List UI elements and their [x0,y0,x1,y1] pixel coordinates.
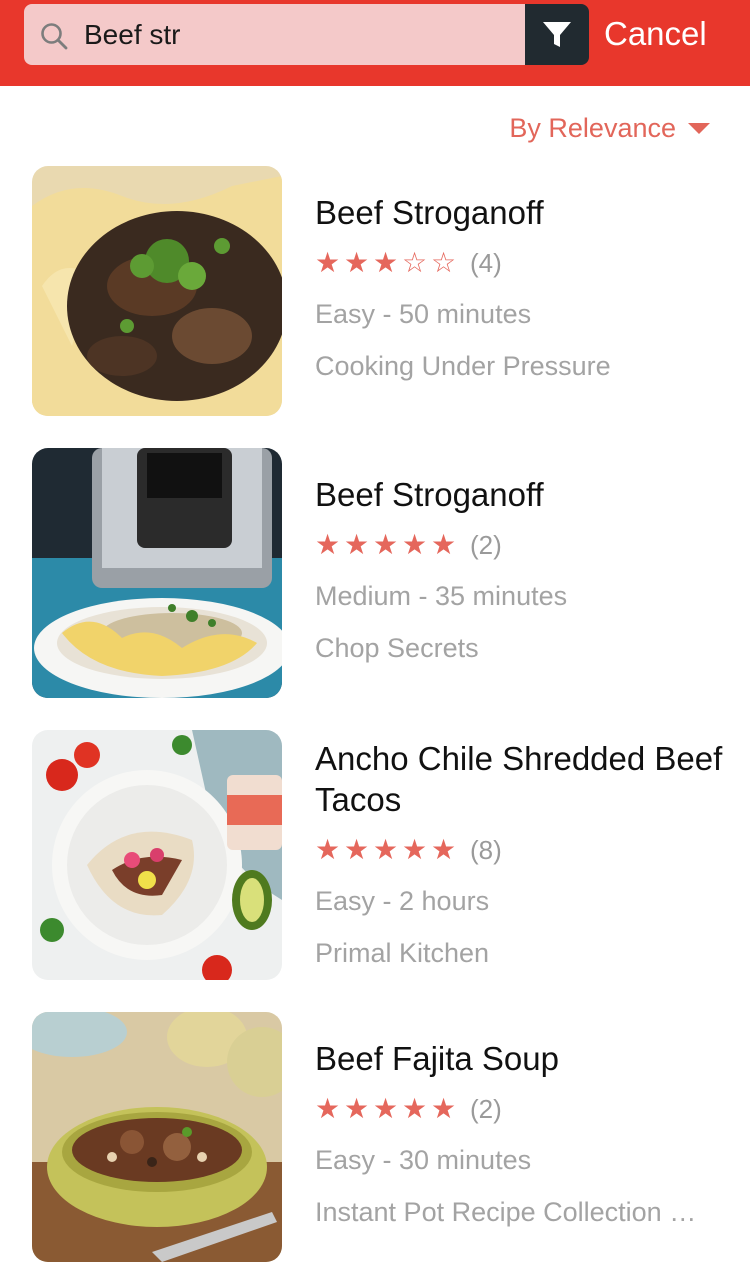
recipe-rating: ★ ★ ★ ★ ★ (8) [315,832,725,868]
recipe-difficulty-time: Medium - 35 minutes [315,581,568,611]
star-rating: ★ ★ ★ ★ ★ [315,835,460,865]
recipe-info: Beef Fajita Soup ★ ★ ★ ★ ★ (2) Easy - 30 min… [315,1012,725,1229]
recipe-source: Cooking Under Pressure [315,351,611,381]
recipe-image [32,1012,282,1262]
search-input[interactable]: Beef str [24,4,525,65]
star-filled-icon: ★ [402,529,428,560]
rating-count: (4) [470,247,502,278]
search-query[interactable]: Beef str [84,18,180,52]
star-filled-icon: ★ [344,1093,370,1124]
search-icon [41,23,68,50]
recipe-difficulty-time: Easy - 30 minutes [315,1145,532,1175]
recipe-difficulty-time: Easy - 50 minutes [315,299,532,329]
star-filled-icon: ★ [344,247,370,278]
star-filled-icon: ★ [315,834,341,865]
star-filled-icon: ★ [315,1093,341,1124]
star-filled-icon: ★ [344,529,370,560]
recipe-rating: ★ ★ ★ ★ ★ (2) [315,1091,725,1127]
recipe-source: Instant Pot Recipe Collection … [315,1197,697,1227]
caret-down-icon [688,122,710,134]
star-filled-icon: ★ [373,529,399,560]
recipe-source: Chop Secrets [315,633,479,663]
rating-count: (2) [470,1093,502,1124]
recipe-rating: ★ ★ ★ ☆ ☆ (4) [315,245,725,281]
recipe-info: Ancho Chile Shredded Beef Tacos ★ ★ ★ ★ ★ (8… [315,730,725,970]
star-filled-icon: ★ [431,1093,457,1124]
star-filled-icon: ★ [402,1093,428,1124]
star-empty-icon: ☆ [402,247,428,278]
star-empty-icon: ☆ [431,247,457,278]
star-filled-icon: ★ [373,1093,399,1124]
cancel-button[interactable]: Cancel [604,12,707,56]
recipe-card[interactable]: Beef Stroganoff ★ ★ ★ ★ ★ (2) Medium - 35 mi… [0,448,750,700]
recipe-rating: ★ ★ ★ ★ ★ (2) [315,527,725,563]
star-filled-icon: ★ [373,247,399,278]
star-rating: ★ ★ ★ ★ ★ [315,1094,460,1124]
star-filled-icon: ★ [431,834,457,865]
recipe-source: Primal Kitchen [315,938,490,968]
search-header: Beef str Cancel [0,0,750,86]
star-filled-icon: ★ [373,834,399,865]
sort-dropdown[interactable]: By Relevance [509,108,710,148]
rating-count: (8) [470,834,502,865]
recipe-title: Ancho Chile Shredded Beef Tacos [315,740,723,818]
star-filled-icon: ★ [315,247,341,278]
recipe-image [32,166,282,416]
star-rating: ★ ★ ★ ★ ★ [315,530,460,560]
recipe-image [32,730,282,980]
filter-button[interactable] [525,4,589,65]
recipe-difficulty-time: Easy - 2 hours [315,886,490,916]
filter-icon [543,22,571,47]
star-filled-icon: ★ [315,529,341,560]
recipe-title: Beef Stroganoff [315,476,544,513]
recipe-info: Beef Stroganoff ★ ★ ★ ☆ ☆ (4) Easy - 50 minu… [315,166,725,383]
star-rating: ★ ★ ★ ☆ ☆ [315,248,460,278]
recipe-title: Beef Fajita Soup [315,1040,559,1077]
recipe-card[interactable]: Beef Stroganoff ★ ★ ★ ☆ ☆ (4) Easy - 50 minu… [0,166,750,418]
star-filled-icon: ★ [431,529,457,560]
star-filled-icon: ★ [402,834,428,865]
recipe-image [32,448,282,698]
recipe-card[interactable]: Ancho Chile Shredded Beef Tacos ★ ★ ★ ★ ★ (8… [0,730,750,982]
rating-count: (2) [470,529,502,560]
recipe-card[interactable]: Beef Fajita Soup ★ ★ ★ ★ ★ (2) Easy - 30 min… [0,1012,750,1264]
recipe-info: Beef Stroganoff ★ ★ ★ ★ ★ (2) Medium - 35 mi… [315,448,725,665]
recipe-title: Beef Stroganoff [315,194,544,231]
star-filled-icon: ★ [344,834,370,865]
sort-label: By Relevance [509,113,676,143]
